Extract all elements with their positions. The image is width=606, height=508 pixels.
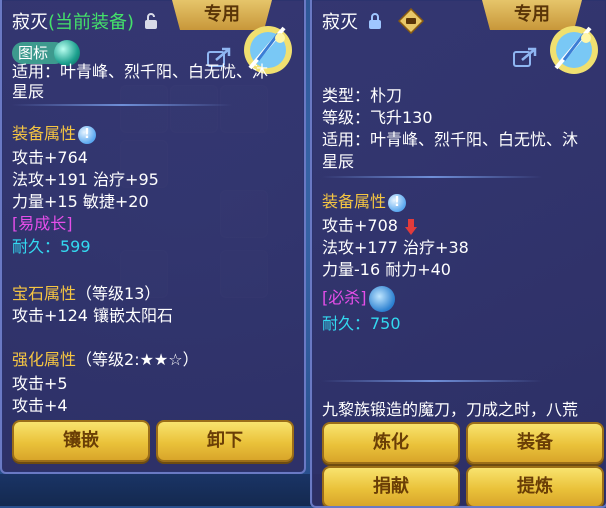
applicable-classes: 适用：叶青峰、烈千阳、白无忧、沐: [12, 62, 269, 81]
attr-line: 法攻+177 治疗+38: [322, 238, 469, 257]
enhance-attr-line: 攻击+5: [12, 374, 68, 393]
donate-button[interactable]: 捐献: [322, 466, 460, 506]
enhance-title-label: 强化属性: [12, 350, 77, 369]
equip-attributes-title: 装备属性!: [12, 120, 97, 144]
refine-button[interactable]: 炼化: [322, 422, 460, 464]
applicable-classes: 适用：叶青峰、烈千阳、白无忧、沐: [322, 130, 579, 149]
divider: [322, 380, 542, 382]
special-trait: [必杀]: [322, 284, 395, 312]
info-icon[interactable]: !: [388, 193, 407, 212]
durability: 耐久：599: [12, 237, 91, 256]
divider: [322, 176, 542, 178]
special-trait: [易成长]: [12, 214, 73, 233]
enhance-attr-line: 攻击+4: [12, 396, 68, 415]
enhance-attributes-title: 强化属性（等级2:★★☆）: [12, 346, 199, 370]
decrease-arrow-icon: [405, 218, 418, 235]
item-type: 类型：朴刀: [322, 86, 403, 105]
gem-attr-line: 攻击+124 镶嵌太阳石: [12, 306, 174, 325]
equip-attributes-title: 装备属性!: [322, 188, 407, 212]
attr-line: 法攻+191 治疗+95: [12, 170, 159, 189]
item-name: 寂灭: [322, 12, 358, 33]
attr-line: 力量+15 敏捷+20: [12, 192, 149, 211]
attr-line: 攻击+708: [322, 216, 398, 235]
item-level: 等级：飞升130: [322, 108, 433, 127]
gem-attributes-title: 宝石属性（等级13）: [12, 280, 160, 304]
equip-attributes-label: 装备属性: [322, 192, 387, 211]
character-portrait-icon: [550, 26, 598, 74]
durability: 耐久：750: [322, 314, 401, 333]
gem-level: （等级13）: [76, 284, 161, 303]
item-title: 寂灭(当前装备): [12, 8, 158, 35]
lock-open-icon[interactable]: [144, 12, 158, 35]
item-name: 寂灭: [12, 12, 48, 33]
unequip-button[interactable]: 卸下: [156, 420, 294, 462]
item-title: 寂灭: [322, 8, 382, 35]
lock-icon[interactable]: [368, 12, 382, 35]
gem-title-label: 宝石属性: [12, 284, 77, 303]
info-icon[interactable]: !: [78, 125, 97, 144]
attr-line: 力量-16 耐力+40: [322, 260, 451, 279]
current-equipment-panel: 专用 寂灭(当前装备) 图标 适用：叶青峰、烈千阳、白无忧、沐 星辰 装备属性!…: [0, 0, 306, 474]
divider: [12, 104, 232, 106]
item-description: 九黎族锻造的魔刀，刀成之时，八荒: [322, 400, 579, 419]
attr-line-with-change: 攻击+708: [322, 212, 418, 236]
share-icon[interactable]: [512, 46, 538, 68]
skill-badge-icon[interactable]: [368, 285, 395, 312]
current-equip-status: (当前装备): [48, 12, 135, 33]
compare-equipment-panel: 专用 寂灭 类型：朴刀 等级：飞升130 适用：叶青峰、烈千阳、白无忧、沐 星辰…: [310, 0, 606, 508]
special-trait-label: [必杀]: [322, 288, 367, 307]
compare-icon[interactable]: [398, 8, 424, 34]
applicable-classes-tail: 星辰: [322, 152, 355, 171]
attr-line: 攻击+764: [12, 148, 88, 167]
enhance-level: （等级2:★★☆）: [76, 350, 199, 369]
inlay-button[interactable]: 镶嵌: [12, 420, 150, 462]
extract-button[interactable]: 提炼: [466, 466, 604, 506]
equip-attributes-label: 装备属性: [12, 124, 77, 143]
applicable-classes-tail: 星辰: [12, 82, 45, 101]
equip-button[interactable]: 装备: [466, 422, 604, 464]
